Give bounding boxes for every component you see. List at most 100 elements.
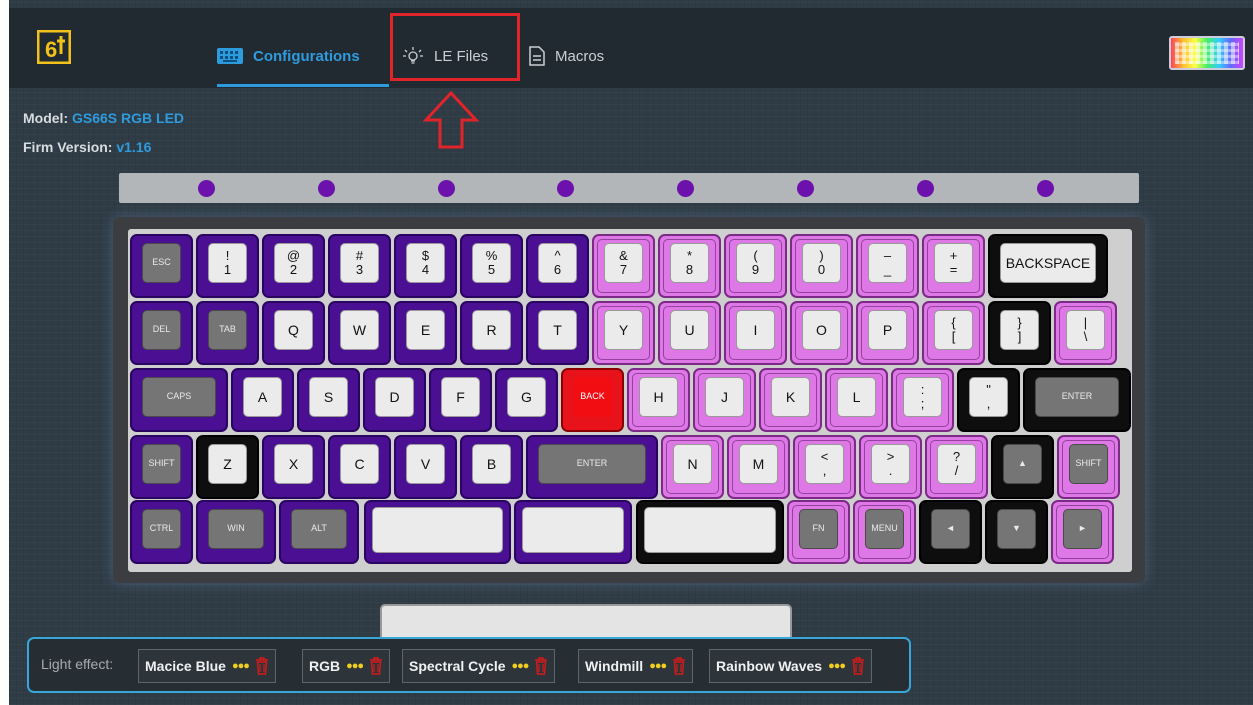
more-options-icon[interactable]: ●●● bbox=[232, 660, 250, 672]
key-sym5[interactable]: % 5 bbox=[460, 234, 523, 298]
keycap-label: ^ 6 bbox=[538, 243, 577, 283]
key-sym7[interactable]: & 7 bbox=[592, 234, 655, 298]
key-back[interactable]: BACK bbox=[561, 368, 624, 432]
trash-icon[interactable] bbox=[255, 657, 269, 675]
keycap-label: BACKSPACE bbox=[1000, 243, 1096, 283]
led-indicator-dot[interactable] bbox=[797, 180, 814, 197]
key-space[interactable] bbox=[364, 500, 511, 564]
key-tab[interactable]: TAB bbox=[196, 301, 259, 365]
key-f[interactable]: F bbox=[429, 368, 492, 432]
key-alt[interactable]: ALT bbox=[279, 500, 359, 564]
trash-icon[interactable] bbox=[851, 657, 865, 675]
light-effect-item[interactable]: Windmill ●●● bbox=[578, 649, 694, 683]
key-d[interactable]: D bbox=[363, 368, 426, 432]
key-shift[interactable]: SHIFT bbox=[130, 435, 193, 499]
key-esc[interactable]: ESC bbox=[130, 234, 193, 298]
key-o[interactable]: O bbox=[790, 301, 853, 365]
led-indicator-dot[interactable] bbox=[318, 180, 335, 197]
key-m[interactable]: M bbox=[727, 435, 790, 499]
key-sym12[interactable]: {[ bbox=[922, 301, 985, 365]
keycap-label bbox=[372, 507, 503, 553]
more-options-icon[interactable]: ●●● bbox=[828, 660, 846, 672]
key-j[interactable]: J bbox=[693, 368, 756, 432]
key-k[interactable]: K bbox=[759, 368, 822, 432]
key-h[interactable]: H bbox=[627, 368, 690, 432]
key-i[interactable]: I bbox=[724, 301, 787, 365]
key-sym10[interactable]: ► bbox=[1051, 500, 1114, 564]
key-p[interactable]: P bbox=[856, 301, 919, 365]
key-space[interactable] bbox=[636, 500, 784, 564]
trash-icon[interactable] bbox=[534, 657, 548, 675]
key-v[interactable]: V bbox=[394, 435, 457, 499]
key-g[interactable]: G bbox=[495, 368, 558, 432]
led-indicator-dot[interactable] bbox=[917, 180, 934, 197]
key-sym12[interactable]: ", bbox=[957, 368, 1020, 432]
key-sym10[interactable]: ) 0 bbox=[790, 234, 853, 298]
light-effect-item[interactable]: RGB ●●● bbox=[302, 649, 391, 683]
key-ctrl[interactable]: CTRL bbox=[130, 500, 193, 564]
key-q[interactable]: Q bbox=[262, 301, 325, 365]
keycap-label: K bbox=[771, 377, 810, 417]
key-enter[interactable]: ENTER bbox=[526, 435, 658, 499]
light-effect-item[interactable]: Spectral Cycle ●●● bbox=[402, 649, 556, 683]
light-effect-item[interactable]: Rainbow Waves ●●● bbox=[709, 649, 872, 683]
key-win[interactable]: WIN bbox=[196, 500, 276, 564]
tab-configurations[interactable]: Configurations bbox=[217, 44, 360, 68]
key-sym11[interactable]: :; bbox=[891, 368, 954, 432]
key-sym9[interactable]: (9 bbox=[724, 234, 787, 298]
key-t[interactable]: T bbox=[526, 301, 589, 365]
key-sym8[interactable]: ◄ bbox=[919, 500, 982, 564]
trash-icon[interactable] bbox=[369, 657, 383, 675]
key-backspace[interactable]: BACKSPACE bbox=[988, 234, 1108, 298]
key-b[interactable]: B bbox=[460, 435, 523, 499]
key-menu[interactable]: MENU bbox=[853, 500, 916, 564]
key-sym12[interactable]: + = bbox=[922, 234, 985, 298]
keycap-label: & 7 bbox=[604, 243, 643, 283]
key-sym3[interactable]: #3 bbox=[328, 234, 391, 298]
key-sym11[interactable]: ? / bbox=[925, 435, 988, 499]
key-sym4[interactable]: $4 bbox=[394, 234, 457, 298]
led-indicator-dot[interactable] bbox=[438, 180, 455, 197]
key-sym10[interactable]: >. bbox=[859, 435, 922, 499]
key-sym1[interactable]: ! 1 bbox=[196, 234, 259, 298]
led-indicator-dot[interactable] bbox=[198, 180, 215, 197]
key-sym6[interactable]: ^ 6 bbox=[526, 234, 589, 298]
led-indicator-dot[interactable] bbox=[1037, 180, 1054, 197]
more-options-icon[interactable]: ●●● bbox=[649, 660, 667, 672]
key-s[interactable]: S bbox=[297, 368, 360, 432]
key-w[interactable]: W bbox=[328, 301, 391, 365]
key-y[interactable]: Y bbox=[592, 301, 655, 365]
key-l[interactable]: L bbox=[825, 368, 888, 432]
key-r[interactable]: R bbox=[460, 301, 523, 365]
key-sym12[interactable]: ▲ bbox=[991, 435, 1054, 499]
key-fn[interactable]: FN bbox=[787, 500, 850, 564]
key-shift[interactable]: SHIFT bbox=[1057, 435, 1120, 499]
key-sym2[interactable]: @2 bbox=[262, 234, 325, 298]
key-caps[interactable]: CAPS bbox=[130, 368, 228, 432]
led-indicator-dot[interactable] bbox=[557, 180, 574, 197]
key-n[interactable]: N bbox=[661, 435, 724, 499]
more-options-icon[interactable]: ●●● bbox=[512, 660, 530, 672]
tab-macros[interactable]: Macros bbox=[529, 44, 604, 68]
key-sym8[interactable]: * 8 bbox=[658, 234, 721, 298]
keycap-label: CTRL bbox=[142, 509, 181, 549]
more-options-icon[interactable]: ●●● bbox=[346, 660, 364, 672]
trash-icon[interactable] bbox=[672, 657, 686, 675]
key-c[interactable]: C bbox=[328, 435, 391, 499]
key-space[interactable] bbox=[514, 500, 632, 564]
key-sym14[interactable]: | \ bbox=[1054, 301, 1117, 365]
light-effect-item[interactable]: Macice Blue ●●● bbox=[138, 649, 276, 683]
key-enter[interactable]: ENTER bbox=[1023, 368, 1131, 432]
key-u[interactable]: U bbox=[658, 301, 721, 365]
key-z[interactable]: Z bbox=[196, 435, 259, 499]
key-sym9[interactable]: ▼ bbox=[985, 500, 1048, 564]
key-sym13[interactable]: }] bbox=[988, 301, 1051, 365]
key-del[interactable]: DEL bbox=[130, 301, 193, 365]
led-indicator-dot[interactable] bbox=[677, 180, 694, 197]
key-e[interactable]: E bbox=[394, 301, 457, 365]
key-x[interactable]: X bbox=[262, 435, 325, 499]
key-a[interactable]: A bbox=[231, 368, 294, 432]
key-sym9[interactable]: <, bbox=[793, 435, 856, 499]
keyboard-thumbnail-image[interactable] bbox=[1169, 36, 1245, 70]
key-sym11[interactable]: – _ bbox=[856, 234, 919, 298]
